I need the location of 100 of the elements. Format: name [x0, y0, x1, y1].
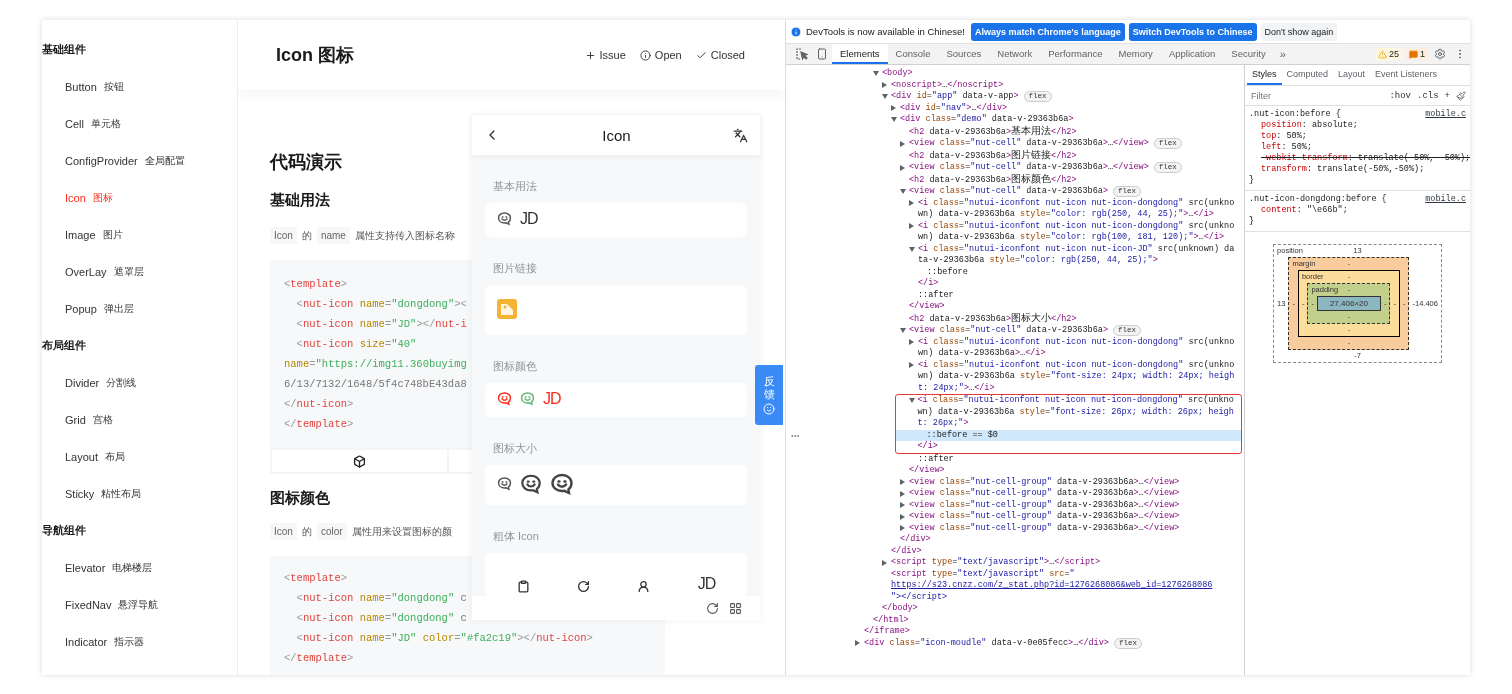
triangle-right-icon[interactable]	[909, 200, 914, 207]
nav-item[interactable]: Icon 图标	[42, 179, 237, 216]
header-link[interactable]: Open	[639, 49, 682, 61]
cube-icon[interactable]	[352, 454, 366, 468]
devtools-tab[interactable]: Security	[1223, 44, 1274, 64]
css-declaration: -webkit-transform: translate(-50%, -50%);	[1260, 153, 1466, 164]
dom-node-text: <view class="nut-cell" data-v-29363b6a>…</view>	[909, 138, 1149, 148]
triangle-down-icon[interactable]	[882, 94, 888, 100]
dom-node-text: <view class="nut-cell" data-v-29363b6a>	[909, 186, 1108, 196]
source-link[interactable]: mobile.c	[1425, 109, 1466, 120]
nav-item-label: 粘性布局	[101, 486, 142, 501]
banner-button[interactable]: Always match Chrome's language	[970, 22, 1125, 41]
refresh-icon[interactable]	[706, 601, 719, 615]
link-label: Open	[654, 49, 682, 61]
nav-item-label: 弹出层	[103, 301, 134, 316]
devtools-tab[interactable]: Performance	[1040, 44, 1111, 64]
issue-counter[interactable]: 1	[1406, 48, 1428, 60]
settings-icon[interactable]	[1434, 48, 1446, 60]
hov-button[interactable]: :hov	[1389, 90, 1411, 101]
nav-item[interactable]: Divider 分割线	[42, 364, 237, 401]
triangle-right-icon[interactable]	[882, 559, 887, 566]
dom-node-text: <view class="nut-cell-group" data-v-29363b6a>…</view>	[909, 522, 1180, 533]
nav-item-label: 按钮	[103, 79, 124, 94]
check-icon	[695, 49, 707, 61]
css-declaration: top: 50%;	[1260, 131, 1308, 142]
triangle-right-icon[interactable]	[900, 479, 905, 486]
add-rule-button[interactable]: +	[1444, 90, 1450, 101]
devtools-tab[interactable]: Sources	[938, 44, 990, 64]
nav-item[interactable]: Indicator 指示器	[42, 623, 237, 660]
nav-item[interactable]: Image 图片	[42, 216, 237, 253]
triangle-right-icon[interactable]	[891, 105, 896, 112]
triangle-right-icon[interactable]	[900, 490, 905, 497]
triangle-down-icon[interactable]	[908, 398, 915, 404]
nav-item-name: Button	[65, 80, 97, 93]
nav-item[interactable]: Sticky 粘性布局	[42, 475, 237, 512]
triangle-right-icon[interactable]	[855, 640, 860, 647]
css-selector: .nut-icon:before {	[1249, 109, 1341, 120]
nav-item-label: 单元格	[90, 116, 121, 131]
triangle-down-icon[interactable]	[900, 328, 906, 334]
nav-item-name: ConfigProvider	[65, 154, 138, 167]
cls-button[interactable]: .cls	[1417, 90, 1439, 101]
demo-section-title: 图片链接	[492, 261, 538, 276]
filter-field[interactable]: Filter	[1249, 90, 1384, 101]
devtools-tab[interactable]: Application	[1160, 44, 1224, 64]
code-line: <nut-icon name="dongdong" c	[295, 611, 467, 626]
triangle-right-icon[interactable]	[909, 362, 914, 369]
header-link[interactable]: Closed	[695, 49, 745, 61]
nav-item[interactable]: FixedNav 悬浮导航	[42, 586, 237, 623]
triangle-down-icon[interactable]	[909, 246, 915, 252]
demo-section-title: 图标颜色	[492, 359, 538, 374]
triangle-right-icon[interactable]	[882, 82, 887, 89]
inspect-icon[interactable]	[796, 48, 808, 60]
nav-item[interactable]: OverLay 遮罩层	[42, 253, 237, 290]
issue-counter[interactable]: 25	[1374, 48, 1402, 60]
triangle-right-icon[interactable]	[900, 140, 905, 147]
dom-node-text: <view class="nut-cell-group" data-v-29363b6a>…</view>	[909, 476, 1180, 487]
devtools-tab[interactable]: Elements	[832, 44, 888, 64]
demo-section-title: 粗体 Icon	[492, 529, 540, 544]
styles-tab[interactable]: Computed	[1281, 65, 1334, 85]
styles-tab[interactable]: Styles	[1247, 65, 1282, 85]
triangle-down-icon[interactable]	[873, 71, 879, 77]
translate-icon[interactable]	[733, 127, 748, 143]
code-line: <nut-icon name="dongdong" c	[295, 591, 467, 606]
triangle-right-icon[interactable]	[900, 164, 905, 171]
nav-item[interactable]: Button 按钮	[42, 68, 237, 105]
triangle-right-icon[interactable]	[909, 339, 914, 346]
nav-item[interactable]: Grid 宫格	[42, 401, 237, 438]
dom-node-text: </iframe>	[864, 626, 910, 636]
source-link[interactable]: mobile.c	[1425, 194, 1466, 205]
nav-group-title: 基础组件	[42, 42, 87, 57]
nav-item[interactable]: Popup 弹出层	[42, 290, 237, 327]
devtools-tab[interactable]: Network	[989, 44, 1041, 64]
triangle-right-icon[interactable]	[909, 223, 914, 230]
paintbrush-icon[interactable]	[1456, 90, 1466, 101]
preview-title: Icon	[602, 126, 631, 144]
triangle-right-icon[interactable]	[900, 525, 905, 532]
link-label: Closed	[710, 49, 745, 61]
triangle-right-icon[interactable]	[900, 513, 905, 520]
triangle-right-icon[interactable]	[900, 502, 905, 509]
nav-item[interactable]: ConfigProvider 全局配置	[42, 142, 237, 179]
more-tabs-button[interactable]: »	[1273, 44, 1292, 64]
header-link[interactable]: Issue	[584, 49, 626, 61]
feedback-label: 反馈	[763, 375, 775, 400]
nav-item-name: Divider	[65, 376, 100, 389]
code-line: <template>	[284, 571, 348, 586]
script-link[interactable]: https://s23.cnzz.com/z_stat.php?id=1276268086&web_id=1276268086	[891, 580, 1213, 592]
dom-node-text: <noscript>…</noscript>	[891, 79, 1004, 90]
banner-button[interactable]: Switch DevTools to Chinese	[1128, 22, 1257, 41]
nav-item[interactable]: Cell 单元格	[42, 105, 237, 142]
styles-tab[interactable]: Layout	[1333, 65, 1371, 85]
device-icon[interactable]	[816, 48, 828, 60]
banner-button[interactable]: Don't show again	[1260, 22, 1338, 41]
nav-item[interactable]: Elevator 电梯楼层	[42, 549, 237, 586]
triangle-down-icon[interactable]	[900, 189, 906, 195]
triangle-down-icon[interactable]	[891, 117, 897, 123]
devtools-tab[interactable]: Memory	[1110, 44, 1161, 64]
nav-item[interactable]: Layout 布局	[42, 438, 237, 475]
grid-icon[interactable]	[729, 601, 742, 615]
devtools-tab[interactable]: Console	[887, 44, 939, 64]
styles-tab[interactable]: Event Listeners	[1370, 65, 1443, 85]
